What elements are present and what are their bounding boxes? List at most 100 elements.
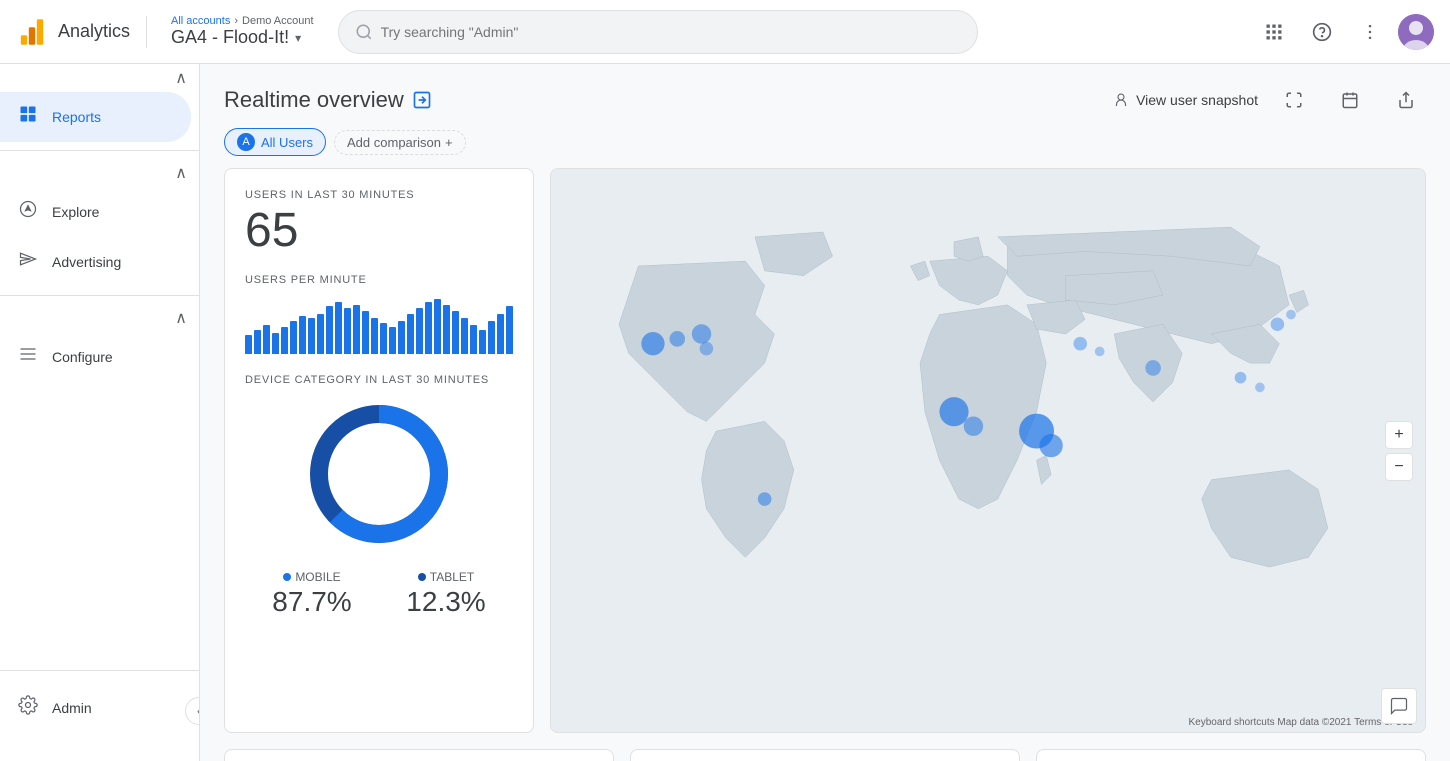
- apps-button[interactable]: [1254, 12, 1294, 52]
- device-category-label: DEVICE CATEGORY IN LAST 30 MINUTES: [245, 374, 513, 386]
- bar: [416, 308, 423, 354]
- mobile-label: MOBILE: [295, 570, 340, 584]
- mobile-legend: MOBILE 87.7%: [272, 570, 351, 618]
- audience-card: Users ▾ by Audience #1 All Users 65 100%: [630, 749, 1020, 761]
- realtime-refresh-icon: [412, 90, 432, 110]
- bar: [434, 299, 441, 354]
- main-layout: ∧ Reports ∧ Explore: [0, 64, 1450, 761]
- bar: [308, 318, 315, 354]
- bar: [299, 316, 306, 354]
- help-button[interactable]: [1302, 12, 1342, 52]
- bar: [452, 311, 459, 354]
- bar: [353, 305, 360, 354]
- sidebar-item-explore[interactable]: Explore: [0, 187, 191, 237]
- share-button[interactable]: [1386, 80, 1426, 120]
- sidebar-item-explore-label: Explore: [52, 204, 99, 220]
- fullscreen-button[interactable]: [1274, 80, 1314, 120]
- bar: [344, 308, 351, 354]
- all-accounts-link[interactable]: All accounts: [171, 15, 230, 27]
- users-30min-label: USERS IN LAST 30 MINUTES: [245, 189, 513, 201]
- stats-panel: USERS IN LAST 30 MINUTES 65 USERS PER MI…: [224, 168, 534, 733]
- content-area: Realtime overview View user snapshot: [200, 64, 1450, 761]
- sidebar-item-advertising[interactable]: Advertising: [0, 237, 191, 287]
- realtime-header: Realtime overview View user snapshot: [200, 64, 1450, 128]
- calendar-button[interactable]: [1330, 80, 1370, 120]
- property-dropdown-icon[interactable]: ▾: [295, 31, 301, 45]
- demo-account: Demo Account: [242, 15, 314, 27]
- sidebar-item-advertising-label: Advertising: [52, 254, 121, 270]
- realtime-actions: View user snapshot: [1112, 80, 1426, 120]
- bottom-cards: Users by First user source ▾ #1 (direct)…: [200, 749, 1450, 761]
- nav-section-collapse-1[interactable]: ∧: [0, 64, 199, 92]
- nav-divider-2: [0, 295, 199, 296]
- bar: [479, 330, 486, 354]
- donut-legend: MOBILE 87.7% TABLET 12.3%: [245, 570, 513, 618]
- zoom-out-button[interactable]: −: [1385, 453, 1413, 481]
- sidebar-item-configure-label: Configure: [52, 349, 113, 365]
- map-zoom-controls: + −: [1385, 421, 1413, 481]
- tablet-label: TABLET: [430, 570, 474, 584]
- view-snapshot-label: View user snapshot: [1136, 92, 1258, 108]
- page-title-card: Views by Page title and screen name #1 F…: [1036, 749, 1426, 761]
- realtime-body: USERS IN LAST 30 MINUTES 65 USERS PER MI…: [200, 168, 1450, 749]
- bar: [506, 306, 513, 353]
- realtime-title-text: Realtime overview: [224, 87, 404, 113]
- admin-label: Admin: [52, 700, 92, 716]
- bar: [398, 321, 405, 354]
- mobile-dot: [283, 573, 291, 581]
- bar: [335, 302, 342, 354]
- zoom-in-button[interactable]: +: [1385, 421, 1413, 449]
- tablet-legend: TABLET 12.3%: [406, 570, 485, 618]
- admin-item[interactable]: Admin: [16, 687, 183, 729]
- nav-section-collapse-3[interactable]: ∧: [0, 304, 199, 332]
- world-map-svg: [551, 169, 1425, 732]
- header-actions: [1254, 12, 1434, 52]
- header-divider: [146, 16, 147, 48]
- mobile-value: 87.7%: [272, 586, 351, 618]
- nav-divider-1: [0, 150, 199, 151]
- property-selector[interactable]: GA4 - Flood-It! ▾: [171, 27, 314, 48]
- segment-icon-letter: A: [242, 136, 249, 148]
- bar: [371, 318, 378, 354]
- admin-icon: [16, 695, 40, 721]
- reports-icon: [16, 104, 40, 130]
- advertising-icon: [16, 249, 40, 275]
- chevron-up-icon-3: ∧: [175, 308, 187, 328]
- account-info: All accounts › Demo Account GA4 - Flood-…: [163, 15, 322, 48]
- search-input[interactable]: [381, 24, 961, 40]
- bar: [272, 333, 279, 354]
- add-comparison-button[interactable]: Add comparison +: [334, 130, 466, 155]
- avatar[interactable]: [1398, 14, 1434, 50]
- first-user-source-card: Users by First user source ▾ #1 (direct)…: [224, 749, 614, 761]
- map-panel: + − Keyboard shortcuts Map data ©2021 Te…: [550, 168, 1426, 733]
- all-users-filter[interactable]: A All Users: [224, 128, 326, 156]
- analytics-logo-icon: [16, 16, 48, 48]
- header: Analytics All accounts › Demo Account GA…: [0, 0, 1450, 64]
- nav-section-collapse-2[interactable]: ∧: [0, 159, 199, 187]
- bar: [326, 306, 333, 353]
- users-per-minute-chart: [245, 294, 513, 354]
- bar: [470, 325, 477, 353]
- bar: [317, 314, 324, 354]
- chat-button[interactable]: [1381, 688, 1417, 724]
- bar: [443, 305, 450, 354]
- search-bar[interactable]: [338, 10, 978, 54]
- property-name-text: GA4 - Flood-It!: [171, 27, 289, 48]
- more-button[interactable]: [1350, 12, 1390, 52]
- map-footer: Keyboard shortcuts Map data ©2021 Terms …: [1188, 717, 1413, 728]
- tablet-value: 12.3%: [406, 586, 485, 618]
- breadcrumb: All accounts › Demo Account: [171, 15, 314, 27]
- tablet-dot: [418, 573, 426, 581]
- sidebar-item-configure[interactable]: Configure: [0, 332, 191, 382]
- users-30min-value: 65: [245, 205, 513, 258]
- bar: [263, 325, 270, 353]
- view-snapshot-button[interactable]: View user snapshot: [1112, 91, 1258, 109]
- bar: [290, 321, 297, 354]
- donut-svg: [299, 394, 459, 554]
- sidebar-item-reports[interactable]: Reports: [0, 92, 191, 142]
- donut-chart: [245, 394, 513, 554]
- users-per-minute-label: USERS PER MINUTE: [245, 274, 513, 286]
- bar: [497, 314, 504, 354]
- bar: [407, 314, 414, 354]
- configure-icon: [16, 344, 40, 370]
